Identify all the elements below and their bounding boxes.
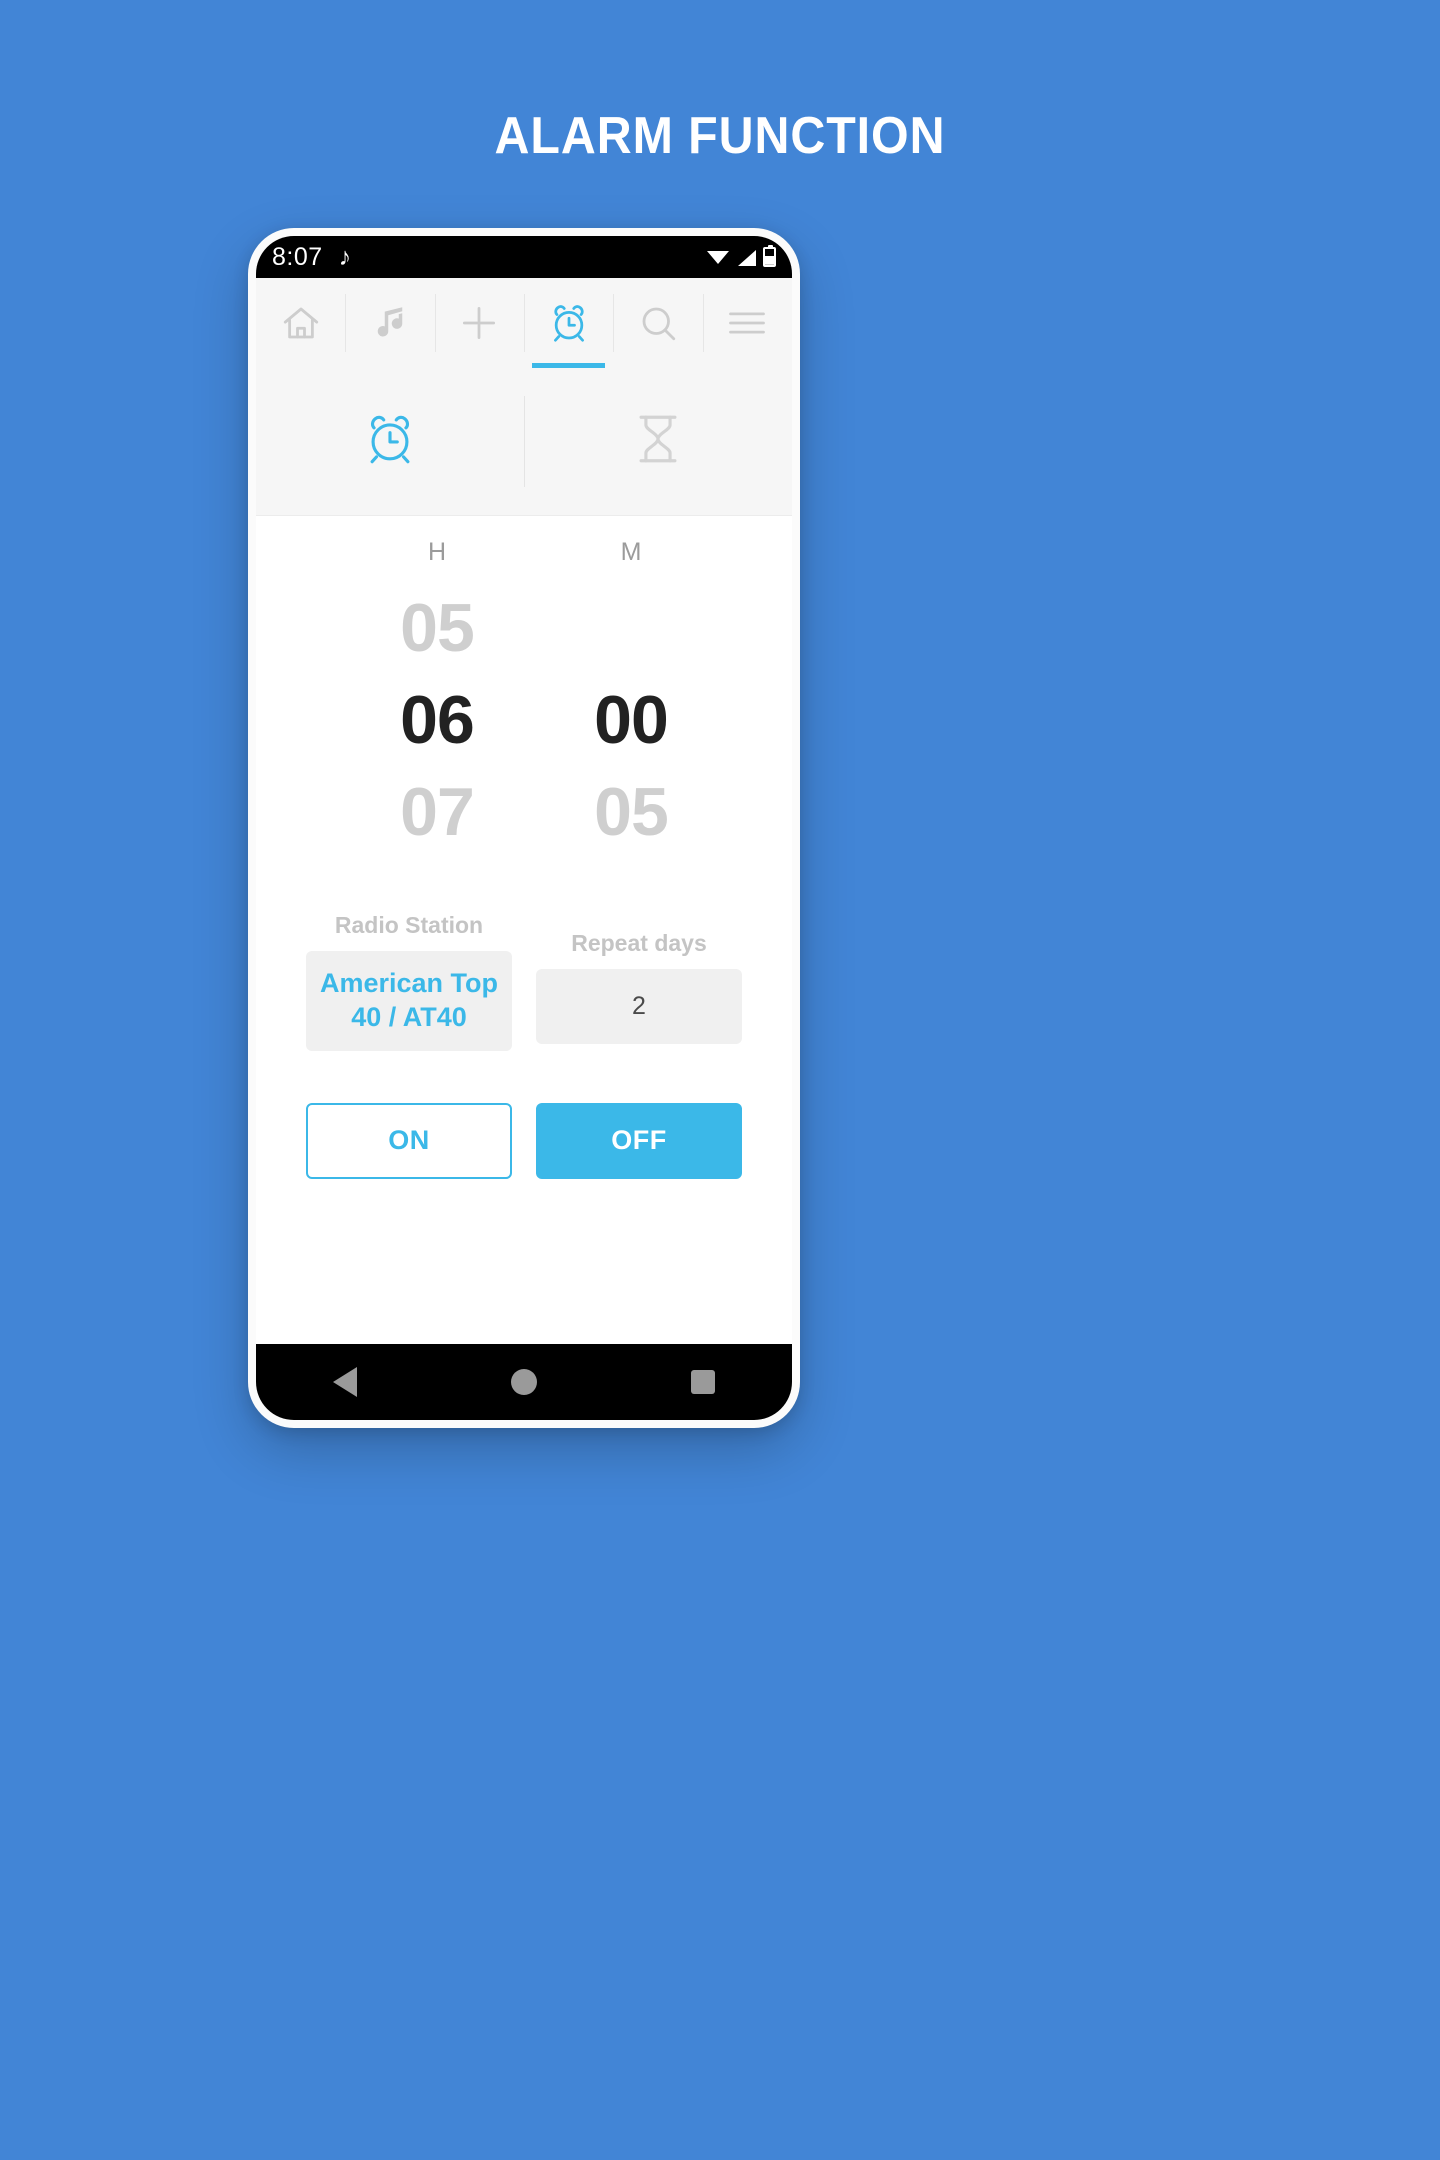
nav-item-menu[interactable] <box>702 278 792 368</box>
alarm-on-button[interactable]: ON <box>306 1102 512 1179</box>
nav-home-button[interactable] <box>464 1369 584 1395</box>
hour-previous[interactable]: 05 <box>378 582 496 674</box>
phone-mockup: 8:07 ♪ H 05 06 07 M 00 05 Radio Station … <box>248 228 800 1428</box>
hamburger-menu-icon <box>725 301 769 345</box>
wifi-icon <box>707 249 729 265</box>
settings-row: Radio Station American Top 40 / AT40 Rep… <box>256 912 792 1051</box>
nav-recents-button[interactable] <box>643 1370 763 1394</box>
top-navigation-bar <box>256 278 792 368</box>
nav-back-button[interactable] <box>285 1367 405 1397</box>
radio-station-value[interactable]: American Top 40 / AT40 <box>306 951 512 1051</box>
plus-icon <box>457 301 501 345</box>
alarm-toggle-buttons: ON OFF <box>256 1102 792 1179</box>
phone-screen: 8:07 ♪ H 05 06 07 M 00 05 Radio Station … <box>256 236 792 1420</box>
alarm-off-button[interactable]: OFF <box>536 1102 742 1179</box>
minute-next[interactable]: 05 <box>572 766 690 858</box>
alarm-content: H 05 06 07 M 00 05 Radio Station America… <box>256 516 792 1344</box>
search-icon <box>637 302 679 344</box>
android-navigation-bar <box>256 1344 792 1420</box>
radio-station-label: Radio Station <box>334 912 484 938</box>
status-bar-icons <box>707 245 776 267</box>
tab-alarm[interactable] <box>256 368 524 515</box>
battery-icon <box>763 245 776 267</box>
nav-item-music[interactable] <box>345 278 434 368</box>
alarm-clock-icon <box>361 410 419 473</box>
hour-header: H <box>427 538 447 566</box>
alarm-clock-icon <box>547 301 591 345</box>
hour-column[interactable]: H 05 06 07 <box>378 538 496 858</box>
radio-station-group: Radio Station American Top 40 / AT40 <box>306 912 512 1051</box>
hourglass-icon <box>629 410 687 473</box>
repeat-days-label: Repeat days <box>571 930 707 956</box>
home-circle-icon <box>510 1369 537 1395</box>
signal-icon <box>736 249 756 266</box>
recents-square-icon <box>690 1370 715 1394</box>
home-icon <box>280 302 322 344</box>
nav-item-search[interactable] <box>613 278 702 368</box>
time-picker: H 05 06 07 M 00 05 <box>256 538 792 858</box>
page-title: ALARM FUNCTION <box>494 107 946 165</box>
nav-item-alarm[interactable] <box>523 278 613 368</box>
minute-selected[interactable]: 00 <box>572 674 690 766</box>
status-bar: 8:07 ♪ <box>256 236 792 278</box>
tab-timer[interactable] <box>524 368 792 515</box>
back-triangle-icon <box>333 1367 358 1397</box>
music-note-icon <box>369 302 411 344</box>
music-note-icon: ♪ <box>338 242 352 271</box>
nav-item-add[interactable] <box>434 278 524 368</box>
minute-header: M <box>620 538 642 566</box>
nav-item-home[interactable] <box>256 278 345 368</box>
sub-tab-bar <box>256 368 792 516</box>
repeat-days-group: Repeat days 2 <box>536 912 742 1045</box>
hour-selected[interactable]: 06 <box>378 674 496 766</box>
minute-column[interactable]: M 00 05 <box>572 538 690 858</box>
repeat-days-value[interactable]: 2 <box>536 969 742 1045</box>
status-bar-time: 8:07 <box>272 242 323 271</box>
hour-next[interactable]: 07 <box>378 766 496 858</box>
